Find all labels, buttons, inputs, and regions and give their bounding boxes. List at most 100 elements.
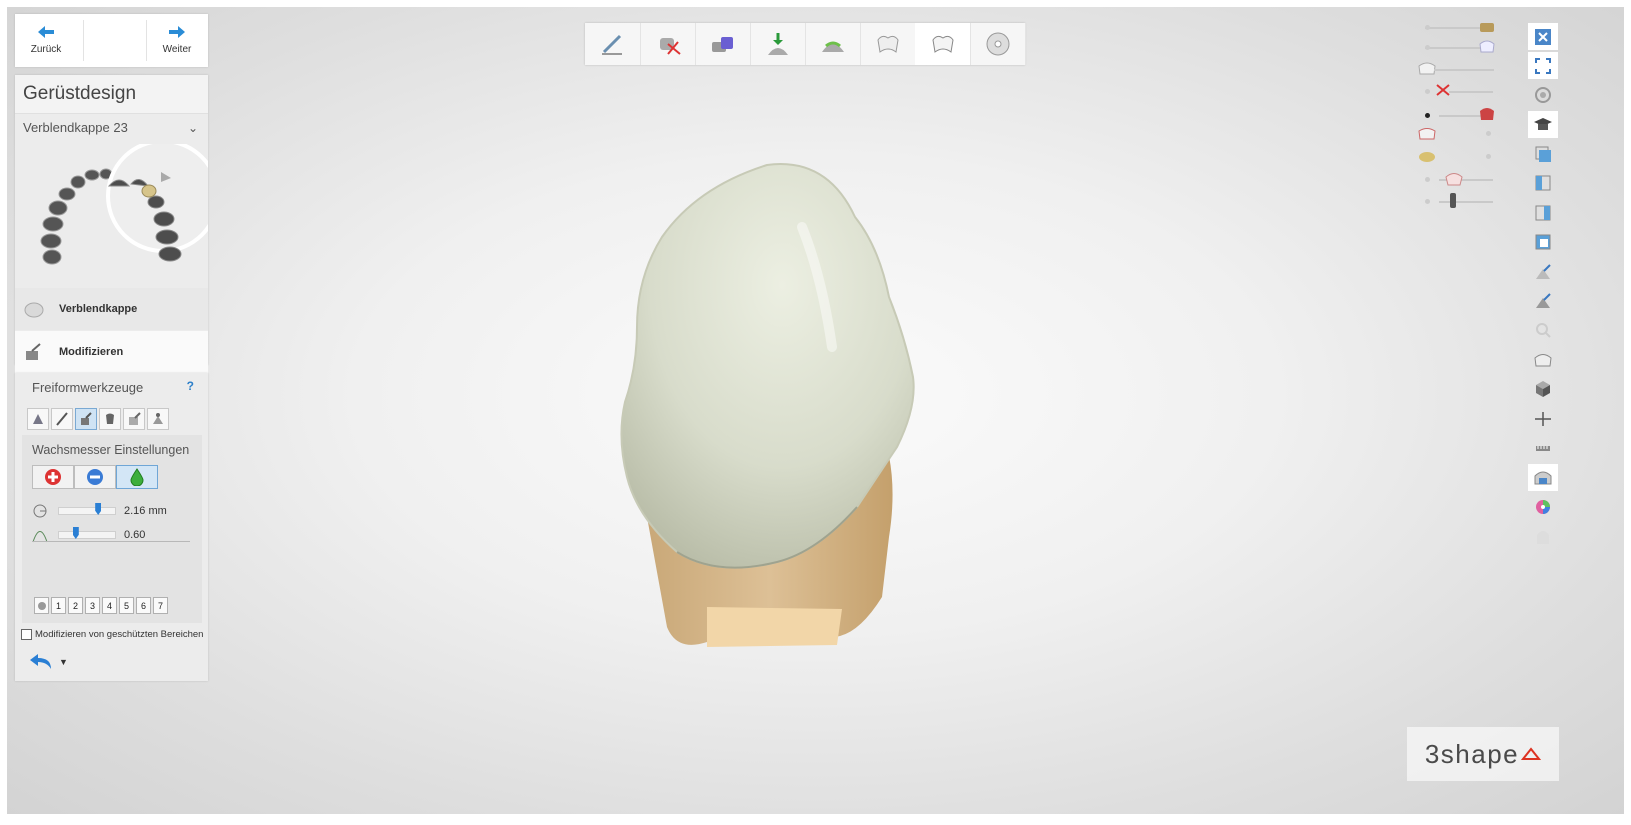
smooth-tool-icon[interactable]: [75, 408, 97, 430]
crown-icon: [1534, 353, 1552, 367]
add-remove-tool-icon[interactable]: [27, 408, 49, 430]
workflow-toolbar: [585, 23, 1026, 65]
section-icon: [1536, 293, 1551, 309]
step-verblendkappe[interactable]: Verblendkappe: [15, 288, 208, 330]
help-icon[interactable]: ?: [187, 371, 194, 401]
view-back-icon: [1535, 234, 1551, 250]
measure-icon: [1535, 411, 1551, 426]
visibility-slider-trim[interactable]: [1425, 84, 1495, 99]
3d-viewport[interactable]: Zurück Weiter Gerüstdesign Verblendkappe…: [7, 7, 1624, 814]
workflow-step-margin[interactable]: [805, 23, 861, 65]
view-right-icon: [1535, 205, 1551, 221]
view-front-button[interactable]: [1528, 141, 1558, 168]
preset-button[interactable]: 2: [68, 597, 83, 614]
tooth-chart[interactable]: [15, 139, 220, 274]
cube-icon: [1536, 381, 1550, 398]
view-right-button[interactable]: [1528, 199, 1558, 226]
learn-button[interactable]: [1528, 111, 1558, 139]
preset-button[interactable]: 6: [136, 597, 151, 614]
preparation-icon: [1418, 128, 1436, 140]
visibility-slider-gingiva[interactable]: [1418, 150, 1494, 164]
workflow-step-prep[interactable]: [585, 23, 641, 65]
model-icon: [1480, 23, 1494, 32]
smooth-mode-button[interactable]: [116, 465, 158, 489]
workflow-step-disk[interactable]: [970, 23, 1026, 65]
add-mode-button[interactable]: [32, 465, 74, 489]
visibility-slider-implant[interactable]: [1425, 193, 1495, 209]
die-icon: [711, 37, 733, 52]
next-button[interactable]: Weiter: [146, 14, 208, 67]
view-toolbar: [1528, 23, 1560, 552]
cube-button[interactable]: [1528, 376, 1558, 403]
rotate-button[interactable]: [1528, 82, 1558, 109]
preset-button[interactable]: 1: [51, 597, 66, 614]
view-back-button[interactable]: [1528, 229, 1558, 256]
modify-icon: [26, 343, 41, 360]
measure-button[interactable]: [1528, 405, 1558, 432]
insertion-icon: [767, 33, 788, 55]
preset-button[interactable]: 4: [102, 597, 117, 614]
occlusion-button[interactable]: [1528, 463, 1558, 491]
chevron-down-icon: ⌄: [187, 121, 198, 135]
anatomy-tool-icon[interactable]: [147, 408, 169, 430]
color-map-button[interactable]: [1528, 493, 1558, 520]
workflow-step-die[interactable]: [695, 23, 751, 65]
zoom-icon: [1536, 323, 1551, 339]
visibility-slider-crown[interactable]: [1425, 40, 1495, 55]
remove-mode-icon: [87, 469, 103, 485]
view-left-icon: [1535, 175, 1551, 191]
clip-plane-button[interactable]: [1528, 258, 1558, 285]
transparency-icon: [1537, 531, 1549, 545]
workflow-step-veneer[interactable]: [915, 23, 971, 65]
fit-screen-button[interactable]: [1528, 52, 1558, 80]
close-view-button[interactable]: [1528, 23, 1558, 50]
strength-slider[interactable]: [58, 527, 116, 539]
workflow-step-trim[interactable]: [640, 23, 696, 65]
strength-slider-thumb[interactable]: [72, 527, 79, 539]
freeform-tools-panel: Freiformwerkzeuge ? Wachsmesser Einstell…: [15, 373, 208, 681]
wax-knife-tool-icon[interactable]: [51, 408, 73, 430]
shrink-tool-icon[interactable]: [123, 408, 145, 430]
preset-button[interactable]: 7: [153, 597, 168, 614]
ruler-icon: [1536, 445, 1550, 451]
veneer-icon: [931, 35, 954, 53]
preset-button[interactable]: 5: [119, 597, 134, 614]
step-modifizieren[interactable]: Modifizieren: [15, 331, 208, 373]
visibility-slider-model[interactable]: [1425, 21, 1495, 35]
tooth-dropdown[interactable]: Verblendkappe 23 ⌄: [15, 114, 208, 142]
logo-triangle-icon: [1521, 747, 1542, 760]
radius-slider[interactable]: [58, 503, 116, 515]
logo-text: 3shape: [1424, 738, 1520, 769]
strength-value: 0.60: [124, 529, 146, 541]
transparency-button[interactable]: [1528, 523, 1558, 550]
preset-settings-icon[interactable]: [34, 597, 49, 614]
protect-checkbox[interactable]: [21, 629, 32, 640]
workflow-step-coping[interactable]: [860, 23, 916, 65]
morph-tool-icon[interactable]: [99, 408, 121, 430]
remove-mode-button[interactable]: [74, 465, 116, 489]
design-panel: Gerüstdesign Verblendkappe 23 ⌄ Verblend…: [15, 75, 220, 373]
zoom-button[interactable]: [1528, 317, 1558, 344]
chevron-down-icon[interactable]: ▼: [59, 657, 68, 667]
radius-value: 2.16 mm: [124, 505, 167, 517]
tooth-3d-model[interactable]: [607, 157, 927, 672]
preset-row: 1 2 3 4 5 6 7: [34, 597, 168, 614]
view-left-button[interactable]: [1528, 170, 1558, 197]
ruler-button[interactable]: [1528, 434, 1558, 461]
gingiva-icon: [1419, 152, 1435, 162]
radius-slider-thumb[interactable]: [95, 503, 102, 515]
protect-checkbox-row[interactable]: Modifizieren von geschützten Bereichen: [21, 629, 203, 640]
visibility-slider-preparation[interactable]: [1418, 127, 1494, 141]
implant-icon: [1450, 193, 1456, 208]
crown-view-button[interactable]: [1528, 346, 1558, 373]
visibility-slider-tooth[interactable]: [1425, 173, 1495, 187]
section-button[interactable]: [1528, 288, 1558, 315]
undo-icon: [30, 654, 51, 669]
visibility-slider-antagonist[interactable]: [1425, 108, 1495, 123]
step-label: Modifizieren: [59, 346, 124, 358]
preset-button[interactable]: 3: [85, 597, 100, 614]
back-button[interactable]: Zurück: [15, 14, 77, 67]
undo-button[interactable]: ▼: [29, 653, 68, 671]
visibility-slider-coping[interactable]: [1418, 62, 1494, 77]
workflow-step-insertion[interactable]: [750, 23, 806, 65]
